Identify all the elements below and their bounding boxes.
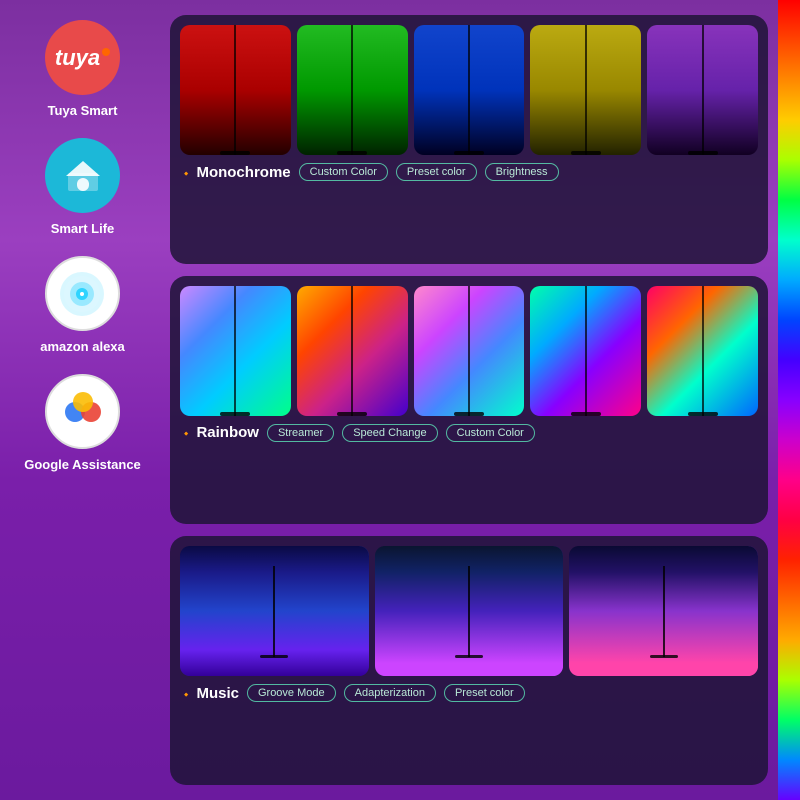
rainbow-section: Rainbow Streamer Speed Change Custom Col…	[170, 276, 768, 525]
lamp-base	[688, 151, 718, 155]
monochrome-tag-custom-color[interactable]: Custom Color	[299, 163, 388, 181]
sidebar: tuya Tuya Smart Smart Life amazon alexa	[0, 0, 165, 800]
lamp-base	[337, 151, 367, 155]
lamp-rainbow5	[647, 286, 758, 416]
lamp-rainbow4	[530, 286, 641, 416]
lamp-stand	[234, 286, 236, 416]
alexa-icon	[45, 256, 120, 331]
lamp-base	[220, 151, 250, 155]
tuya-icon: tuya	[45, 20, 120, 95]
rainbow-footer: Rainbow Streamer Speed Change Custom Col…	[180, 424, 758, 442]
google-logo	[59, 388, 107, 436]
lamp-base	[571, 412, 601, 416]
lamp-purple	[647, 25, 758, 155]
lamp-base	[454, 412, 484, 416]
music-photo-1	[180, 546, 369, 676]
lamp-rainbow3	[414, 286, 525, 416]
lamp-stand	[468, 286, 470, 416]
home-icon	[63, 156, 103, 196]
music-tag-adapterization[interactable]: Adapterization	[344, 684, 436, 702]
music-photo-3	[569, 546, 758, 676]
lamp-stand	[702, 286, 704, 416]
lamp-red	[180, 25, 291, 155]
rainbow-tag-streamer[interactable]: Streamer	[267, 424, 334, 442]
lamp-base	[220, 412, 250, 416]
lamp-rainbow2	[297, 286, 408, 416]
smartlife-label: Smart Life	[51, 221, 115, 236]
monochrome-title: Monochrome	[180, 164, 291, 181]
music-footer: Music Groove Mode Adapterization Preset …	[180, 684, 758, 702]
monochrome-tag-preset-color[interactable]: Preset color	[396, 163, 477, 181]
right-gradient-bar	[778, 0, 800, 800]
sidebar-item-smartlife[interactable]: Smart Life	[45, 138, 120, 236]
sidebar-item-tuya[interactable]: tuya Tuya Smart	[45, 20, 120, 118]
music-tag-preset-color[interactable]: Preset color	[444, 684, 525, 702]
lamp-stand	[585, 286, 587, 416]
lamp-blue	[414, 25, 525, 155]
smartlife-icon	[45, 138, 120, 213]
lamp-stand	[351, 286, 353, 416]
lamp-base	[571, 151, 601, 155]
lamp-rainbow1	[180, 286, 291, 416]
tuya-label: Tuya Smart	[48, 103, 118, 118]
sidebar-item-alexa[interactable]: amazon alexa	[40, 256, 125, 354]
monochrome-footer: Monochrome Custom Color Preset color Bri…	[180, 163, 758, 181]
lamp-green	[297, 25, 408, 155]
lamp-stand	[351, 25, 353, 155]
sidebar-item-google[interactable]: Google Assistance	[24, 374, 141, 472]
monochrome-section: Monochrome Custom Color Preset color Bri…	[170, 15, 768, 264]
rainbow-tag-custom-color[interactable]: Custom Color	[446, 424, 535, 442]
lamp-base	[454, 151, 484, 155]
lamp-base	[688, 412, 718, 416]
lamp-stand	[585, 25, 587, 155]
alexa-logo	[58, 270, 106, 318]
music-title: Music	[180, 685, 239, 702]
lamp-stand	[702, 25, 704, 155]
music-tag-groove[interactable]: Groove Mode	[247, 684, 336, 702]
google-icon	[45, 374, 120, 449]
lamp-base	[337, 412, 367, 416]
rainbow-lamps-row	[180, 286, 758, 416]
monochrome-tag-brightness[interactable]: Brightness	[485, 163, 559, 181]
music-photos-row	[180, 546, 758, 676]
music-section: Music Groove Mode Adapterization Preset …	[170, 536, 768, 785]
alexa-label: amazon alexa	[40, 339, 125, 354]
lamp-stand	[234, 25, 236, 155]
lamp-stand	[468, 25, 470, 155]
google-label: Google Assistance	[24, 457, 141, 472]
main-content: Monochrome Custom Color Preset color Bri…	[165, 0, 778, 800]
music-photo-2	[375, 546, 564, 676]
rainbow-tag-speed-change[interactable]: Speed Change	[342, 424, 437, 442]
monochrome-lamps-row	[180, 25, 758, 155]
lamp-yellow	[530, 25, 641, 155]
rainbow-title: Rainbow	[180, 424, 259, 441]
